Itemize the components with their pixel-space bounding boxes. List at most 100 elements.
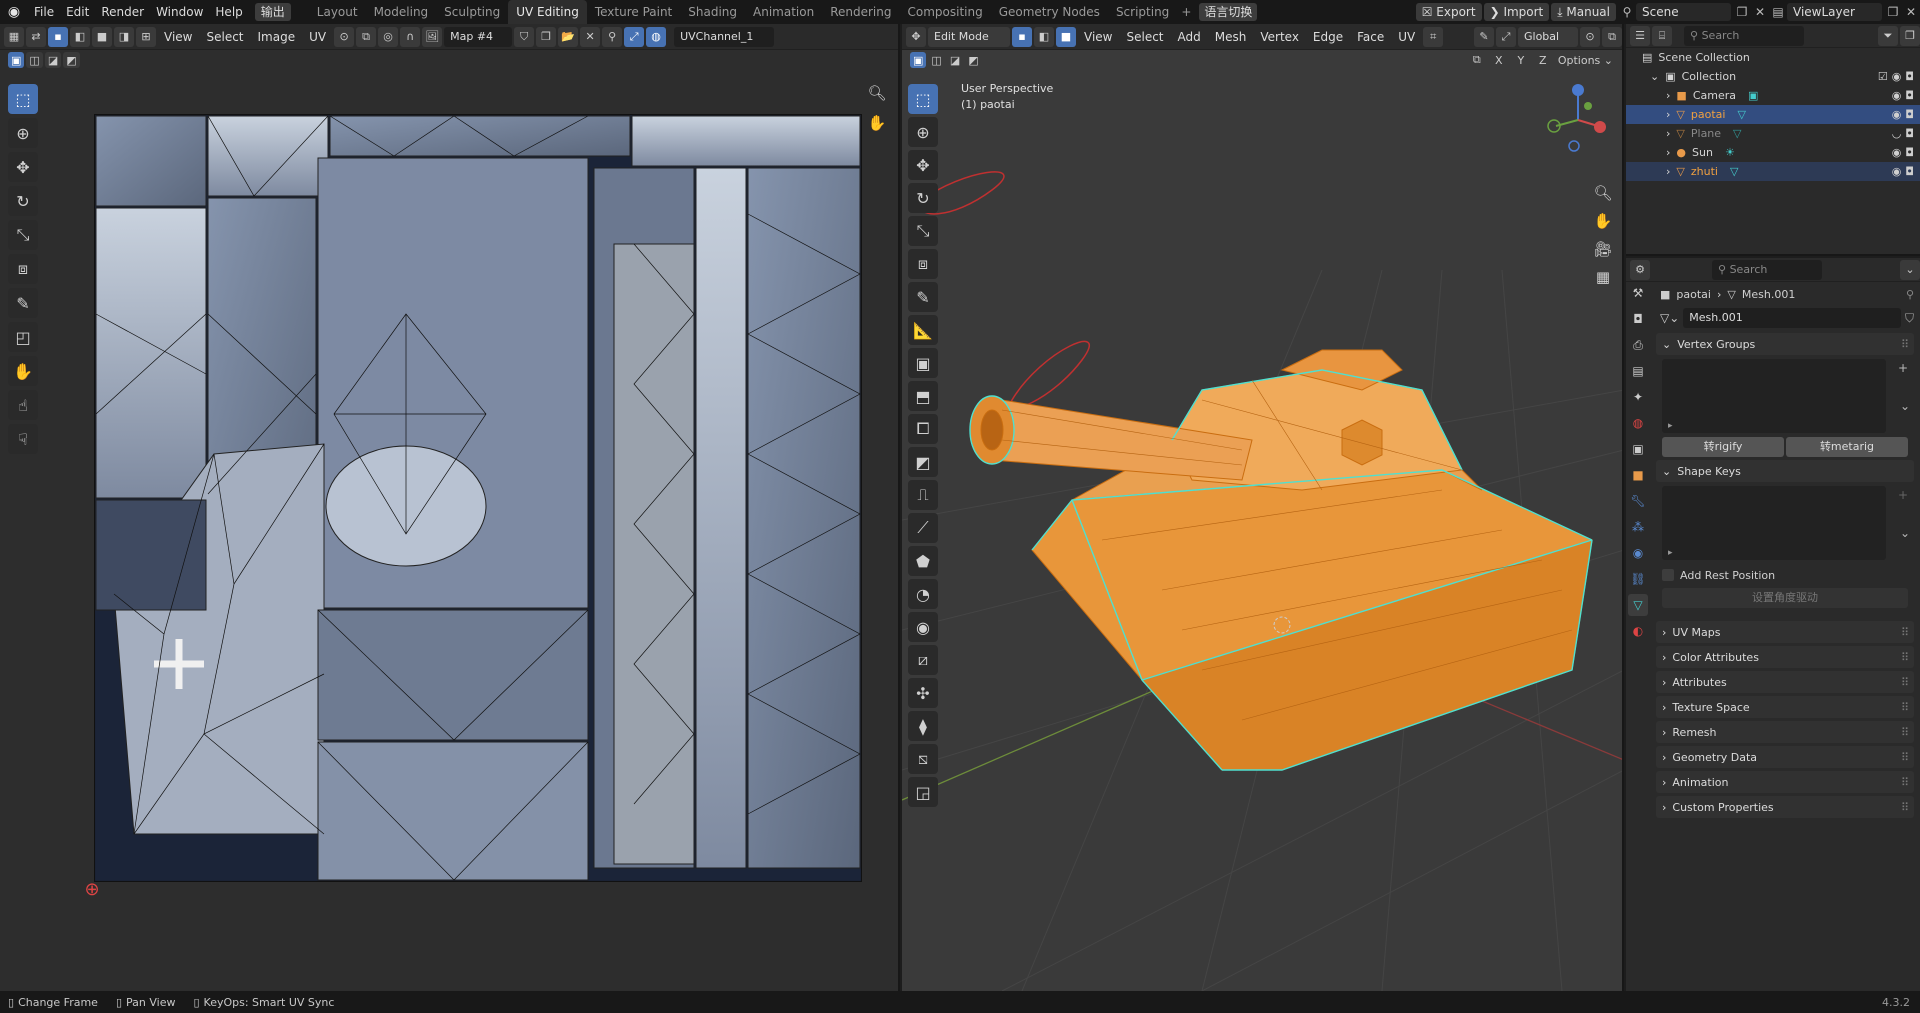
eye-icon[interactable]: ◉	[1892, 108, 1902, 121]
vp-measure-tool-icon[interactable]: 📐	[908, 315, 938, 345]
output-tab-icon[interactable]: ⎙	[1628, 334, 1648, 356]
uv-2d-cursor-icon[interactable]: ⊕	[83, 881, 101, 899]
loop-cut-tool-icon[interactable]: ⎍	[908, 480, 938, 510]
outliner-item-paotai[interactable]: › ▽ paotai ▽ ◉ ◘	[1626, 105, 1920, 124]
checkbox-icon[interactable]: ☑	[1878, 70, 1888, 83]
fake-user-icon[interactable]: ⛉	[514, 26, 535, 47]
options-dropdown[interactable]: Options ⌄	[1554, 52, 1616, 68]
orientation-selector[interactable]: Global	[1518, 26, 1578, 47]
animation-panel-header[interactable]: › Animation ⠿	[1656, 771, 1914, 793]
select-mode-subtract-icon[interactable]: ◪	[44, 52, 62, 68]
vp-cursor-tool-icon[interactable]: ⊕	[908, 117, 938, 147]
display-mode-icon[interactable]: ⌸	[1652, 25, 1672, 46]
add-shape-key-icon[interactable]: +	[1898, 488, 1908, 502]
import-button[interactable]: ❯ Import	[1483, 3, 1550, 21]
new-scene-icon[interactable]: ❐	[1733, 3, 1751, 21]
collection-row[interactable]: ⌄ ▣ Collection ☑ ◉ ◘	[1626, 67, 1920, 86]
outliner-search-input[interactable]: ⚲ Search	[1684, 25, 1804, 46]
image-name-field[interactable]: Map #4	[444, 26, 513, 47]
shrink-fatten-tool-icon[interactable]: ✣	[908, 678, 938, 708]
menu-render[interactable]: Render	[95, 0, 150, 24]
tab-sculpting[interactable]: Sculpting	[436, 0, 508, 24]
rip-tool-icon[interactable]: ◰	[8, 322, 38, 352]
shape-keys-list[interactable]: + ⌄ ▸	[1662, 486, 1910, 560]
material-tab-icon[interactable]: ◐	[1628, 620, 1648, 642]
export-button[interactable]: ☒ Export	[1415, 3, 1482, 21]
menu-help[interactable]: Help	[209, 0, 248, 24]
smooth-tool-icon[interactable]: ◉	[908, 612, 938, 642]
mirror-y-toggle[interactable]: Y	[1510, 52, 1531, 68]
render-camera-icon[interactable]: ◘	[1905, 165, 1914, 178]
select-edge-icon[interactable]: ◧	[70, 26, 90, 47]
list-expand-icon[interactable]: ▸	[1668, 421, 1673, 431]
uv-sculpt-icon[interactable]: ⤢	[624, 26, 645, 47]
pivot-point-icon[interactable]: ⊙	[1580, 26, 1600, 47]
drag-handle-icon[interactable]: ⠿	[1901, 676, 1909, 689]
annotate-tool-icon[interactable]: ✎	[8, 288, 38, 318]
mirror-z-toggle[interactable]: Z	[1532, 52, 1553, 68]
uv-maps-panel-header[interactable]: › UV Maps ⠿	[1656, 621, 1914, 643]
render-camera-icon[interactable]: ◘	[1905, 146, 1914, 159]
manual-button[interactable]: ⤓ Manual	[1551, 3, 1616, 21]
drag-handle-icon[interactable]: ⠿	[1901, 801, 1909, 814]
add-rest-position-checkbox[interactable]	[1662, 569, 1674, 581]
edge-select-mode-icon[interactable]: ◧	[1034, 26, 1054, 47]
vp-move-tool-icon[interactable]: ✥	[908, 150, 938, 180]
remesh-panel-header[interactable]: › Remesh ⠿	[1656, 721, 1914, 743]
spin-tool-icon[interactable]: ◔	[908, 579, 938, 609]
particles-tab-icon[interactable]: ⁂	[1628, 516, 1648, 538]
open-image-icon[interactable]: 📂	[558, 26, 579, 47]
fake-user-shield-icon[interactable]: ⛉	[1905, 311, 1914, 326]
delete-viewlayer-icon[interactable]: ✕	[1902, 3, 1920, 21]
tab-rendering[interactable]: Rendering	[822, 0, 899, 24]
eye-icon[interactable]: ◉	[1892, 70, 1902, 83]
custom-properties-panel-header[interactable]: › Custom Properties ⠿	[1656, 796, 1914, 818]
uv-sync-icon[interactable]: ⇄	[26, 26, 46, 47]
edge-slide-tool-icon[interactable]: ⧄	[908, 645, 938, 675]
vp-menu-edge[interactable]: Edge	[1307, 24, 1349, 50]
new-viewlayer-icon[interactable]: ❐	[1884, 3, 1902, 21]
to-metarig-button[interactable]: 转metarig	[1786, 437, 1908, 457]
add-vertex-group-icon[interactable]: +	[1898, 361, 1908, 375]
properties-options-icon[interactable]: ⌄	[1900, 259, 1920, 280]
eye-icon[interactable]: ◉	[1892, 165, 1902, 178]
drag-handle-icon[interactable]: ⠿	[1901, 701, 1909, 714]
vertex-group-menu-icon[interactable]: ⌄	[1900, 399, 1910, 413]
sticky-select-icon[interactable]: ⊞	[136, 26, 156, 47]
select-mode-new-icon[interactable]: ▣	[8, 52, 25, 68]
extrude-tool-icon[interactable]: ⬒	[908, 381, 938, 411]
mode-selector[interactable]: Edit Mode	[928, 26, 1010, 47]
add-cube-tool-icon[interactable]: ▣	[908, 348, 938, 378]
uv-texture-canvas[interactable]	[94, 114, 862, 882]
eye-icon[interactable]: ◉	[1892, 146, 1902, 159]
render-camera-icon[interactable]: ◘	[1905, 89, 1914, 102]
collection-tab-icon[interactable]: ▣	[1628, 438, 1648, 460]
tab-animation[interactable]: Animation	[745, 0, 822, 24]
viewport-editor-type-icon[interactable]: ✥	[906, 26, 926, 47]
viewlayer-selector[interactable]: ViewLayer	[1787, 3, 1882, 21]
new-image-icon[interactable]: ❐	[536, 26, 557, 47]
zoom-icon[interactable]: 🔍︎	[866, 82, 888, 104]
navigation-gizmo[interactable]	[1538, 80, 1618, 160]
mirror-options-icon[interactable]: ⧉	[1466, 52, 1487, 68]
transform-tool-icon[interactable]: ⧈	[8, 254, 38, 284]
eyedropper-icon[interactable]: ✎	[1474, 26, 1494, 47]
pin-icon[interactable]: ⚲	[1906, 288, 1914, 301]
scene-collection-row[interactable]: ▤ Scene Collection	[1626, 48, 1920, 67]
scene-tab-icon[interactable]: ✦	[1628, 386, 1648, 408]
world-tab-icon[interactable]: ◍	[1628, 412, 1648, 434]
tab-shading[interactable]: Shading	[680, 0, 745, 24]
select-mode-invert-icon[interactable]: ◩	[63, 52, 80, 68]
editor-type-icon[interactable]: ▦	[4, 26, 24, 47]
blender-logo-icon[interactable]: ◉	[0, 0, 28, 24]
tab-uv-editing[interactable]: UV Editing	[508, 0, 587, 24]
render-camera-icon[interactable]: ◘	[1905, 127, 1914, 140]
custom-tool-icon[interactable]: ◲	[908, 777, 938, 807]
tab-modeling[interactable]: Modeling	[366, 0, 437, 24]
drag-handle-icon[interactable]: ⠿	[1901, 651, 1909, 664]
drag-handle-icon[interactable]: ⠿	[1901, 626, 1909, 639]
poly-build-tool-icon[interactable]: ⬟	[908, 546, 938, 576]
select-island-icon[interactable]: ◨	[114, 26, 134, 47]
bevel-tool-icon[interactable]: ◩	[908, 447, 938, 477]
render-camera-icon[interactable]: ◘	[1905, 70, 1914, 83]
